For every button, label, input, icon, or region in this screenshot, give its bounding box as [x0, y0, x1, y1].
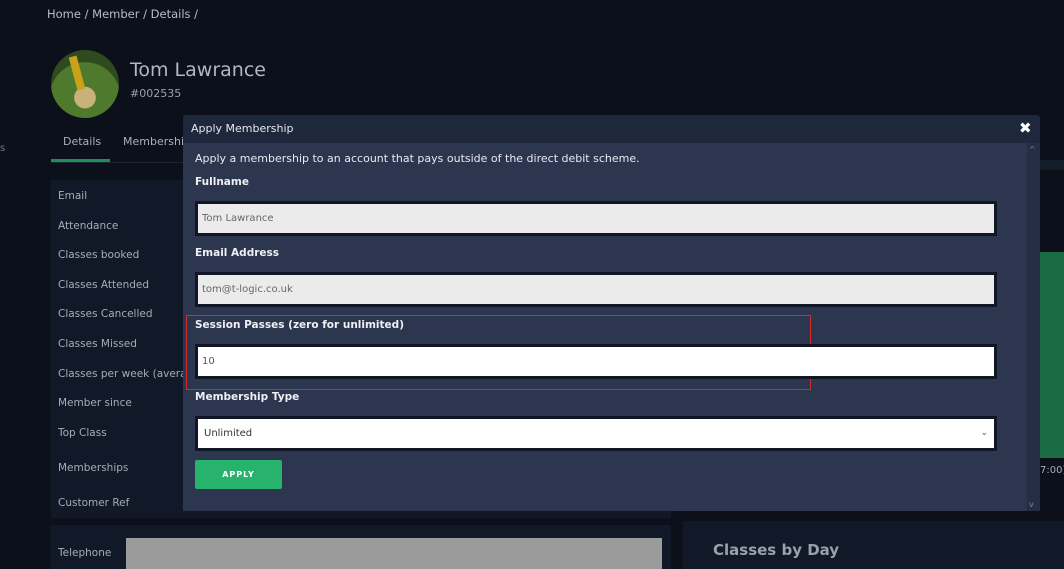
label-telephone: Telephone [58, 547, 112, 559]
chart-bar [1040, 252, 1064, 458]
label-memberships: Memberships [58, 462, 129, 474]
chart-time-label: 7:00] [1040, 465, 1064, 476]
label-classes-cancelled: Classes Cancelled [58, 308, 153, 320]
right-panel-header [1040, 160, 1064, 170]
telephone-field[interactable] [126, 538, 662, 569]
label-classes-booked: Classes booked [58, 249, 140, 261]
session-passes-input[interactable]: 10 [195, 344, 997, 379]
membership-type-select[interactable]: Unlimited ⌄ [195, 416, 997, 451]
email-field[interactable]: tom@t-logic.co.uk [195, 272, 997, 307]
member-name: Tom Lawrance [130, 59, 266, 81]
member-id: #002535 [130, 87, 182, 100]
tab-membership[interactable]: Membership [123, 135, 191, 148]
modal-header [183, 115, 1040, 143]
tab-details[interactable]: Details [63, 135, 101, 148]
modal-title: Apply Membership [191, 122, 294, 135]
classes-by-day-title: Classes by Day [713, 541, 840, 559]
label-classes-per-week: Classes per week (average) [58, 368, 204, 380]
modal-scrollbar[interactable]: ^ v [1027, 143, 1040, 511]
apply-membership-modal: Apply Membership ✖ ^ v Apply a membership… [183, 115, 1040, 511]
membership-type-value: Unlimited [204, 428, 253, 439]
label-customer-ref: Customer Ref [58, 497, 130, 509]
chevron-down-icon: ⌄ [980, 428, 988, 438]
label-member-since: Member since [58, 397, 132, 409]
modal-description: Apply a membership to an account that pa… [195, 152, 640, 165]
label-attendance: Attendance [58, 220, 119, 232]
scroll-up-icon[interactable]: ^ [1029, 145, 1036, 154]
sidebar-fragment: s [0, 143, 6, 154]
label-classes-attended: Classes Attended [58, 279, 150, 291]
label-top-class: Top Class [58, 427, 107, 439]
membership-type-label: Membership Type [195, 391, 300, 403]
session-passes-label: Session Passes (zero for unlimited) [195, 319, 404, 331]
label-email: Email [58, 190, 88, 202]
close-icon[interactable]: ✖ [1019, 119, 1032, 137]
label-classes-missed: Classes Missed [58, 338, 137, 350]
fullname-label: Fullname [195, 176, 249, 188]
breadcrumb[interactable]: Home / Member / Details / [47, 7, 198, 21]
fullname-field[interactable]: Tom Lawrance [195, 201, 997, 236]
apply-button[interactable]: APPLY [195, 460, 282, 489]
email-label: Email Address [195, 247, 280, 259]
scroll-down-icon[interactable]: v [1029, 500, 1034, 509]
avatar [51, 50, 119, 118]
